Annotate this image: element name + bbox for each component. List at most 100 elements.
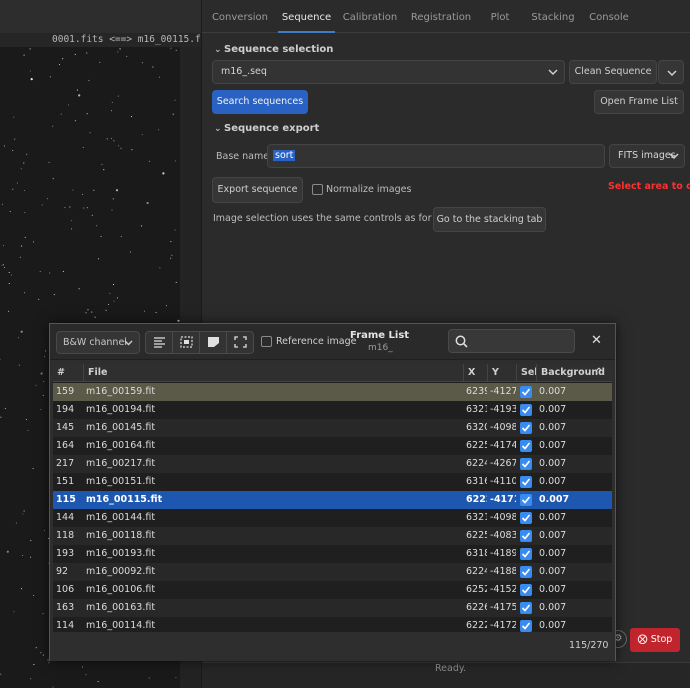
star-dot <box>39 270 41 273</box>
table-row[interactable]: 115 m16_00115.fit 6222-4171 0.007 <box>53 491 612 509</box>
cell-y: -4152 <box>490 584 516 595</box>
table-row[interactable]: 106 m16_00106.fit 6252-4152 0.007 <box>53 581 612 599</box>
star-dot <box>120 147 122 149</box>
clean-sequence-button[interactable]: Clean Sequence <box>569 60 657 84</box>
star-dot <box>71 220 73 222</box>
star-dot <box>43 530 45 532</box>
star-dot <box>49 76 51 78</box>
sequence-export-header[interactable]: ⌄ Sequence export <box>214 123 319 134</box>
frame-search-input[interactable] <box>448 329 575 353</box>
table-row[interactable]: 164 m16_00164.fit 6225-4174 0.007 <box>53 437 612 455</box>
cell-y: -4098 <box>490 512 516 523</box>
star-dot <box>14 138 16 140</box>
tab-stacking[interactable]: Stacking <box>523 0 583 33</box>
column-index[interactable]: # <box>53 364 83 382</box>
star-dot <box>15 522 17 524</box>
select-checkbox[interactable] <box>520 530 532 542</box>
table-row[interactable]: 193 m16_00193.fit 6318-4189 0.007 <box>53 545 612 563</box>
table-row[interactable]: 159 m16_00159.fit 6239-4127 0.007 <box>53 383 612 401</box>
comment-button[interactable] <box>200 332 227 353</box>
table-row[interactable]: 92 m16_00092.fit 6224-4188 0.007 <box>53 563 612 581</box>
stop-button[interactable]: ⨂ Stop <box>630 628 680 652</box>
star-dot <box>67 104 69 106</box>
select-checkbox[interactable] <box>520 422 532 434</box>
normalize-images-checkbox[interactable] <box>312 184 323 195</box>
checkmark-icon <box>521 622 531 630</box>
select-checkbox[interactable] <box>520 602 532 614</box>
select-checkbox[interactable] <box>520 440 532 452</box>
star-dot <box>42 394 44 396</box>
star-dot <box>18 337 20 339</box>
base-name-input[interactable]: sort <box>267 144 605 168</box>
star-dot <box>8 282 10 285</box>
go-to-stacking-button[interactable]: Go to the stacking tab <box>433 207 546 232</box>
star-dot <box>72 189 74 191</box>
table-row[interactable]: 151 m16_00151.fit 6316-4110 0.007 <box>53 473 612 491</box>
clean-sequence-menu-button[interactable] <box>658 60 684 84</box>
sequence-selection-header[interactable]: ⌄ Sequence selection <box>214 44 333 55</box>
tab-console[interactable]: Console <box>583 0 635 33</box>
tab-plot[interactable]: Plot <box>477 0 523 33</box>
cell-background: 0.007 <box>539 494 570 505</box>
star-dot <box>8 271 10 274</box>
table-row[interactable]: 118 m16_00118.fit 6225-4083 0.007 <box>53 527 612 545</box>
reference-image-checkbox[interactable] <box>261 336 272 347</box>
cell-background: 0.007 <box>539 422 567 433</box>
select-all-button[interactable] <box>173 332 200 353</box>
channel-select[interactable]: B&W channel <box>56 331 140 354</box>
column-file[interactable]: File <box>83 364 463 382</box>
star-dot <box>23 292 26 294</box>
star-dot <box>3 145 5 147</box>
star-dot <box>113 300 115 302</box>
tab-registration[interactable]: Registration <box>405 0 477 33</box>
star-dot <box>33 594 35 597</box>
select-checkbox[interactable] <box>520 548 532 560</box>
column-x[interactable]: X <box>463 364 487 382</box>
select-checkbox[interactable] <box>520 584 532 596</box>
open-frame-list-button[interactable]: Open Frame List <box>594 90 684 114</box>
list-view-button[interactable] <box>146 332 173 353</box>
search-sequences-button[interactable]: Search sequences <box>212 90 308 114</box>
star-dot <box>60 113 62 115</box>
sort-ascending-icon: ^ <box>595 367 603 378</box>
fullscreen-button[interactable] <box>227 332 254 353</box>
select-checkbox[interactable] <box>520 494 532 506</box>
column-y[interactable]: Y <box>487 364 516 382</box>
select-checkbox[interactable] <box>520 386 532 398</box>
export-format-select[interactable]: FITS images <box>609 144 685 168</box>
table-row[interactable]: 163 m16_00163.fit 6226-4175 0.007 <box>53 599 612 617</box>
star-dot <box>43 380 45 383</box>
star-dot <box>165 305 168 307</box>
table-row[interactable]: 194 m16_00194.fit 6321-4193 0.007 <box>53 401 612 419</box>
select-checkbox[interactable] <box>520 404 532 416</box>
column-background[interactable]: Background ^ <box>536 364 612 382</box>
cell-background: 0.007 <box>539 602 567 613</box>
select-checkbox[interactable] <box>520 566 532 578</box>
select-checkbox[interactable] <box>520 476 532 488</box>
table-row[interactable]: 217 m16_00217.fit 6224-4267 0.007 <box>53 455 612 473</box>
chevron-down-icon: ⌄ <box>214 124 222 134</box>
normalize-images-label: Normalize images <box>326 184 412 195</box>
star-dot <box>110 137 113 139</box>
star-dot <box>19 256 21 258</box>
tab-conversion[interactable]: Conversion <box>202 0 278 33</box>
column-sel[interactable]: Sel <box>516 364 538 382</box>
export-sequence-button[interactable]: Export sequence <box>212 177 303 203</box>
tab-calibration[interactable]: Calibration <box>335 0 405 33</box>
star-dot <box>103 169 105 171</box>
select-checkbox[interactable] <box>520 620 532 632</box>
table-row[interactable]: 144 m16_00144.fit 6321-4098 0.007 <box>53 509 612 527</box>
select-checkbox[interactable] <box>520 512 532 524</box>
checkmark-icon <box>521 514 531 522</box>
table-row[interactable]: 145 m16_00145.fit 6320-4098 0.007 <box>53 419 612 437</box>
star-dot <box>25 419 27 421</box>
select-checkbox[interactable] <box>520 458 532 470</box>
star-dot <box>41 204 43 206</box>
star-dot <box>170 257 172 259</box>
sequence-select[interactable]: m16_.seq <box>212 60 565 84</box>
close-icon[interactable]: ✕ <box>591 333 602 348</box>
frame-table: # File X Y Sel Background ^ 159 m16_00159… <box>53 364 612 632</box>
star-dot <box>158 129 160 131</box>
tab-sequence[interactable]: Sequence <box>278 0 335 33</box>
table-row[interactable]: 114 m16_00114.fit 6222-4172 0.007 <box>53 617 612 632</box>
